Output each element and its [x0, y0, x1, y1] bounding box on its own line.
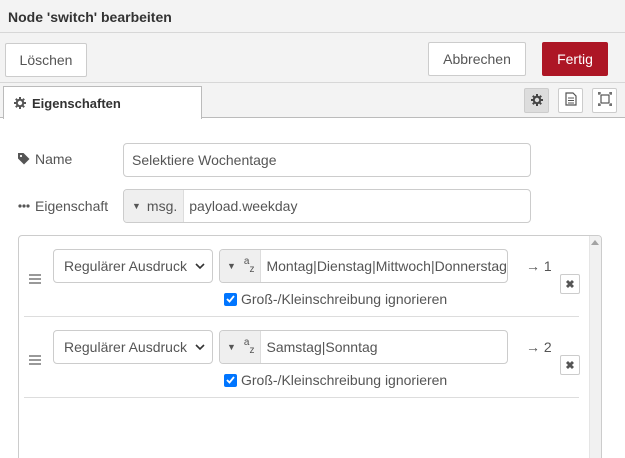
name-label-text: Name [35, 151, 73, 167]
cancel-button[interactable]: Abbrechen [428, 42, 526, 76]
chevron-down-icon [195, 340, 205, 356]
chevron-down-icon [195, 259, 205, 275]
az-icon: az [243, 337, 255, 356]
rule-type-select[interactable]: ▼ az [220, 331, 262, 363]
rule-row: Regulärer Ausdruck ▼ az Montag|Dienstag|… [24, 236, 580, 317]
ignore-case-checkbox[interactable]: Groß-/Kleinschreibung ignorieren [224, 291, 447, 307]
remove-rule-button[interactable]: ✖ [560, 355, 580, 375]
close-icon: ✖ [565, 278, 575, 291]
tab-properties[interactable]: Eigenschaften [3, 86, 202, 119]
tab-appearance-button[interactable] [592, 88, 617, 113]
rule-value-input[interactable]: ▼ az Montag|Dienstag|Mittwoch|Donnerstag… [219, 249, 508, 283]
rules-scrollbar[interactable] [589, 236, 601, 458]
az-icon: az [243, 256, 255, 275]
rule-operator-select[interactable]: Regulärer Ausdruck [53, 330, 213, 364]
gear-icon [530, 93, 543, 109]
property-label-text: Eigenschaft [35, 198, 109, 214]
done-button[interactable]: Fertig [542, 42, 608, 76]
name-input[interactable]: Selektiere Wochentage [123, 143, 531, 177]
ellipsis-icon [18, 204, 30, 208]
name-label: Name [18, 151, 72, 167]
ignore-case-checkbox[interactable]: Groß-/Kleinschreibung ignorieren [224, 372, 447, 388]
dialog-toolbar: Löschen Abbrechen Fertig [0, 33, 625, 83]
drag-handle-icon[interactable] [29, 355, 41, 367]
rule-operator-label: Regulärer Ausdruck [64, 339, 187, 355]
scroll-up-arrow-icon[interactable] [591, 240, 599, 245]
property-input[interactable]: ▼ msg. payload.weekday [123, 189, 531, 223]
document-icon [564, 92, 577, 109]
tab-bar: Eigenschaften [0, 83, 625, 119]
tab-description-button[interactable] [558, 88, 583, 113]
property-label: Eigenschaft [18, 198, 108, 214]
rule-type-select[interactable]: ▼ az [220, 250, 262, 282]
tab-settings-button[interactable] [524, 88, 549, 113]
rule-row: Regulärer Ausdruck ▼ az Samstag|Sonntag … [24, 317, 580, 398]
property-type-label: msg. [146, 198, 178, 214]
delete-button[interactable]: Löschen [5, 43, 87, 77]
drag-handle-icon[interactable] [29, 274, 41, 286]
caret-down-icon: ▼ [227, 261, 236, 271]
tag-icon [18, 153, 30, 165]
caret-down-icon: ▼ [132, 201, 141, 211]
ignore-case-label: Groß-/Kleinschreibung ignorieren [241, 291, 448, 307]
dialog-titlebar: Node 'switch' bearbeiten [0, 0, 625, 33]
frame-icon [597, 92, 612, 109]
checkbox-checked-icon[interactable] [224, 373, 237, 387]
tab-properties-label: Eigenschaften [32, 95, 121, 111]
dialog-title: Node 'switch' bearbeiten [8, 9, 172, 25]
rule-output-label: → 1 [526, 258, 552, 274]
rule-output-label: → 2 [526, 339, 552, 355]
ignore-case-label: Groß-/Kleinschreibung ignorieren [241, 372, 448, 388]
gear-icon [14, 97, 26, 109]
caret-down-icon: ▼ [227, 342, 236, 352]
checkbox-checked-icon[interactable] [224, 292, 237, 306]
rule-operator-label: Regulärer Ausdruck [64, 258, 187, 274]
remove-rule-button[interactable]: ✖ [560, 274, 580, 294]
rule-operator-select[interactable]: Regulärer Ausdruck [53, 249, 213, 283]
rules-list: Regulärer Ausdruck ▼ az Montag|Dienstag|… [18, 235, 602, 458]
close-icon: ✖ [565, 359, 575, 372]
property-type-select[interactable]: ▼ msg. [124, 190, 185, 222]
property-value[interactable]: payload.weekday [184, 190, 297, 222]
rule-value[interactable]: Montag|Dienstag|Mittwoch|Donnerstag| [261, 250, 507, 282]
rule-value[interactable]: Samstag|Sonntag [261, 331, 377, 363]
rule-value-input[interactable]: ▼ az Samstag|Sonntag [219, 330, 508, 364]
